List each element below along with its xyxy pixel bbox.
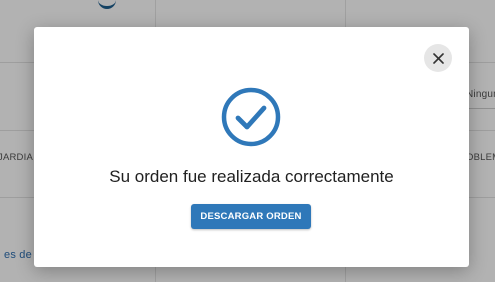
order-success-dialog: Su orden fue realizada correctamente DES… (34, 27, 469, 267)
download-order-button[interactable]: DESCARGAR ORDEN (191, 204, 311, 229)
close-button[interactable] (424, 44, 452, 72)
app-viewport: Ningun JARDIA OBLEM es de Su orden fue r… (0, 0, 495, 282)
check-circle-icon (221, 87, 281, 147)
close-icon (432, 52, 444, 64)
success-message: Su orden fue realizada correctamente (109, 167, 394, 186)
